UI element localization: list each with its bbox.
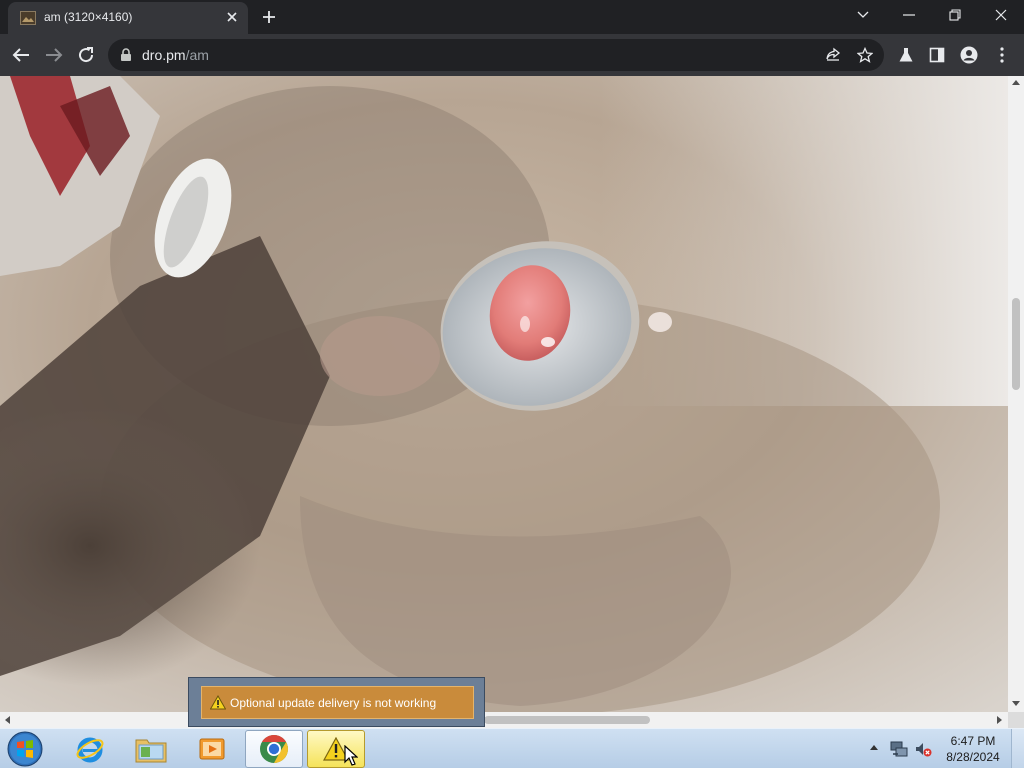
restore-button[interactable]: [932, 0, 978, 30]
menu-dots-icon: [1000, 47, 1004, 63]
clock-time: 6:47 PM: [950, 734, 996, 748]
share-icon: [826, 47, 841, 61]
cat-eye-photo: [0, 76, 1008, 712]
taskbar-file-explorer[interactable]: [122, 730, 180, 768]
lock-icon[interactable]: [120, 48, 132, 62]
labs-flask-icon: [899, 48, 913, 62]
share-button[interactable]: [822, 44, 844, 66]
close-icon: [995, 9, 1007, 21]
notification-text: Optional update delivery is not working: [230, 696, 437, 710]
side-panel-icon: [929, 47, 945, 63]
tab-title: am (3120×4160): [44, 10, 133, 24]
minimize-icon: [903, 14, 915, 16]
vertical-scroll-thumb[interactable]: [1012, 298, 1020, 390]
windows-taskbar: 6:47 PM 8/28/2024: [0, 728, 1024, 768]
labs-button[interactable]: [895, 44, 917, 66]
browser-tab[interactable]: am (3120×4160): [8, 2, 248, 34]
system-clock[interactable]: 6:47 PM 8/28/2024: [940, 733, 1006, 765]
address-bar[interactable]: dro.pm/am: [108, 39, 884, 71]
plus-icon[interactable]: [260, 8, 278, 26]
bookmark-button[interactable]: [854, 44, 876, 66]
chrome-icon: [260, 735, 288, 763]
profile-button[interactable]: [958, 44, 980, 66]
scroll-right-arrow-icon[interactable]: [997, 716, 1002, 724]
forward-button[interactable]: [43, 44, 65, 66]
arrow-right-icon: [46, 48, 63, 62]
arrow-left-icon: [12, 48, 29, 62]
vertical-scrollbar[interactable]: [1008, 76, 1024, 712]
star-icon: [857, 47, 873, 63]
taskbar-media-player[interactable]: [183, 730, 241, 768]
mouse-cursor-icon: [344, 745, 358, 766]
network-icon[interactable]: [890, 740, 908, 758]
menu-button[interactable]: [991, 44, 1013, 66]
scroll-up-arrow-icon[interactable]: [1012, 80, 1020, 85]
reload-icon: [79, 47, 94, 63]
url-host: dro.pm: [142, 47, 186, 63]
update-notification-banner[interactable]: Optional update delivery is not working: [201, 686, 474, 719]
taskbar-chrome[interactable]: [245, 730, 303, 768]
file-explorer-icon: [135, 739, 167, 763]
scroll-left-arrow-icon[interactable]: [5, 716, 10, 724]
back-button[interactable]: [10, 44, 32, 66]
taskbar-internet-explorer[interactable]: [61, 730, 119, 768]
clock-date: 8/28/2024: [946, 750, 1000, 764]
tab-search-button[interactable]: [840, 0, 886, 30]
url-text[interactable]: dro.pm/am: [142, 47, 209, 63]
scrollbar-corner: [1008, 712, 1024, 728]
horizontal-scrollbar[interactable]: [0, 712, 1008, 728]
windows-start-icon[interactable]: [6, 730, 44, 768]
show-desktop-button[interactable]: [1011, 729, 1024, 768]
reload-button[interactable]: [75, 44, 97, 66]
profile-icon: [960, 46, 978, 64]
warning-icon: [210, 695, 226, 710]
internet-explorer-icon: [76, 737, 104, 763]
scroll-down-arrow-icon[interactable]: [1012, 701, 1020, 706]
media-player-icon: [199, 738, 225, 760]
tab-search-icon: [857, 11, 869, 18]
browser-title-bar: am (3120×4160): [0, 0, 1024, 34]
browser-toolbar: dro.pm/am: [0, 34, 1024, 76]
show-hidden-icons-icon[interactable]: [870, 745, 878, 750]
restore-icon: [949, 9, 961, 21]
close-window-button[interactable]: [978, 0, 1024, 30]
url-path: /am: [185, 47, 209, 63]
close-icon[interactable]: [226, 11, 238, 23]
minimize-button[interactable]: [886, 0, 932, 30]
update-notification-popup[interactable]: Optional update delivery is not working: [188, 677, 485, 727]
volume-muted-icon[interactable]: [914, 740, 932, 758]
page-viewport[interactable]: [0, 76, 1024, 712]
side-panel-button[interactable]: [926, 44, 948, 66]
image-thumbnail-icon: [20, 11, 36, 25]
horizontal-scroll-thumb[interactable]: [484, 716, 650, 724]
